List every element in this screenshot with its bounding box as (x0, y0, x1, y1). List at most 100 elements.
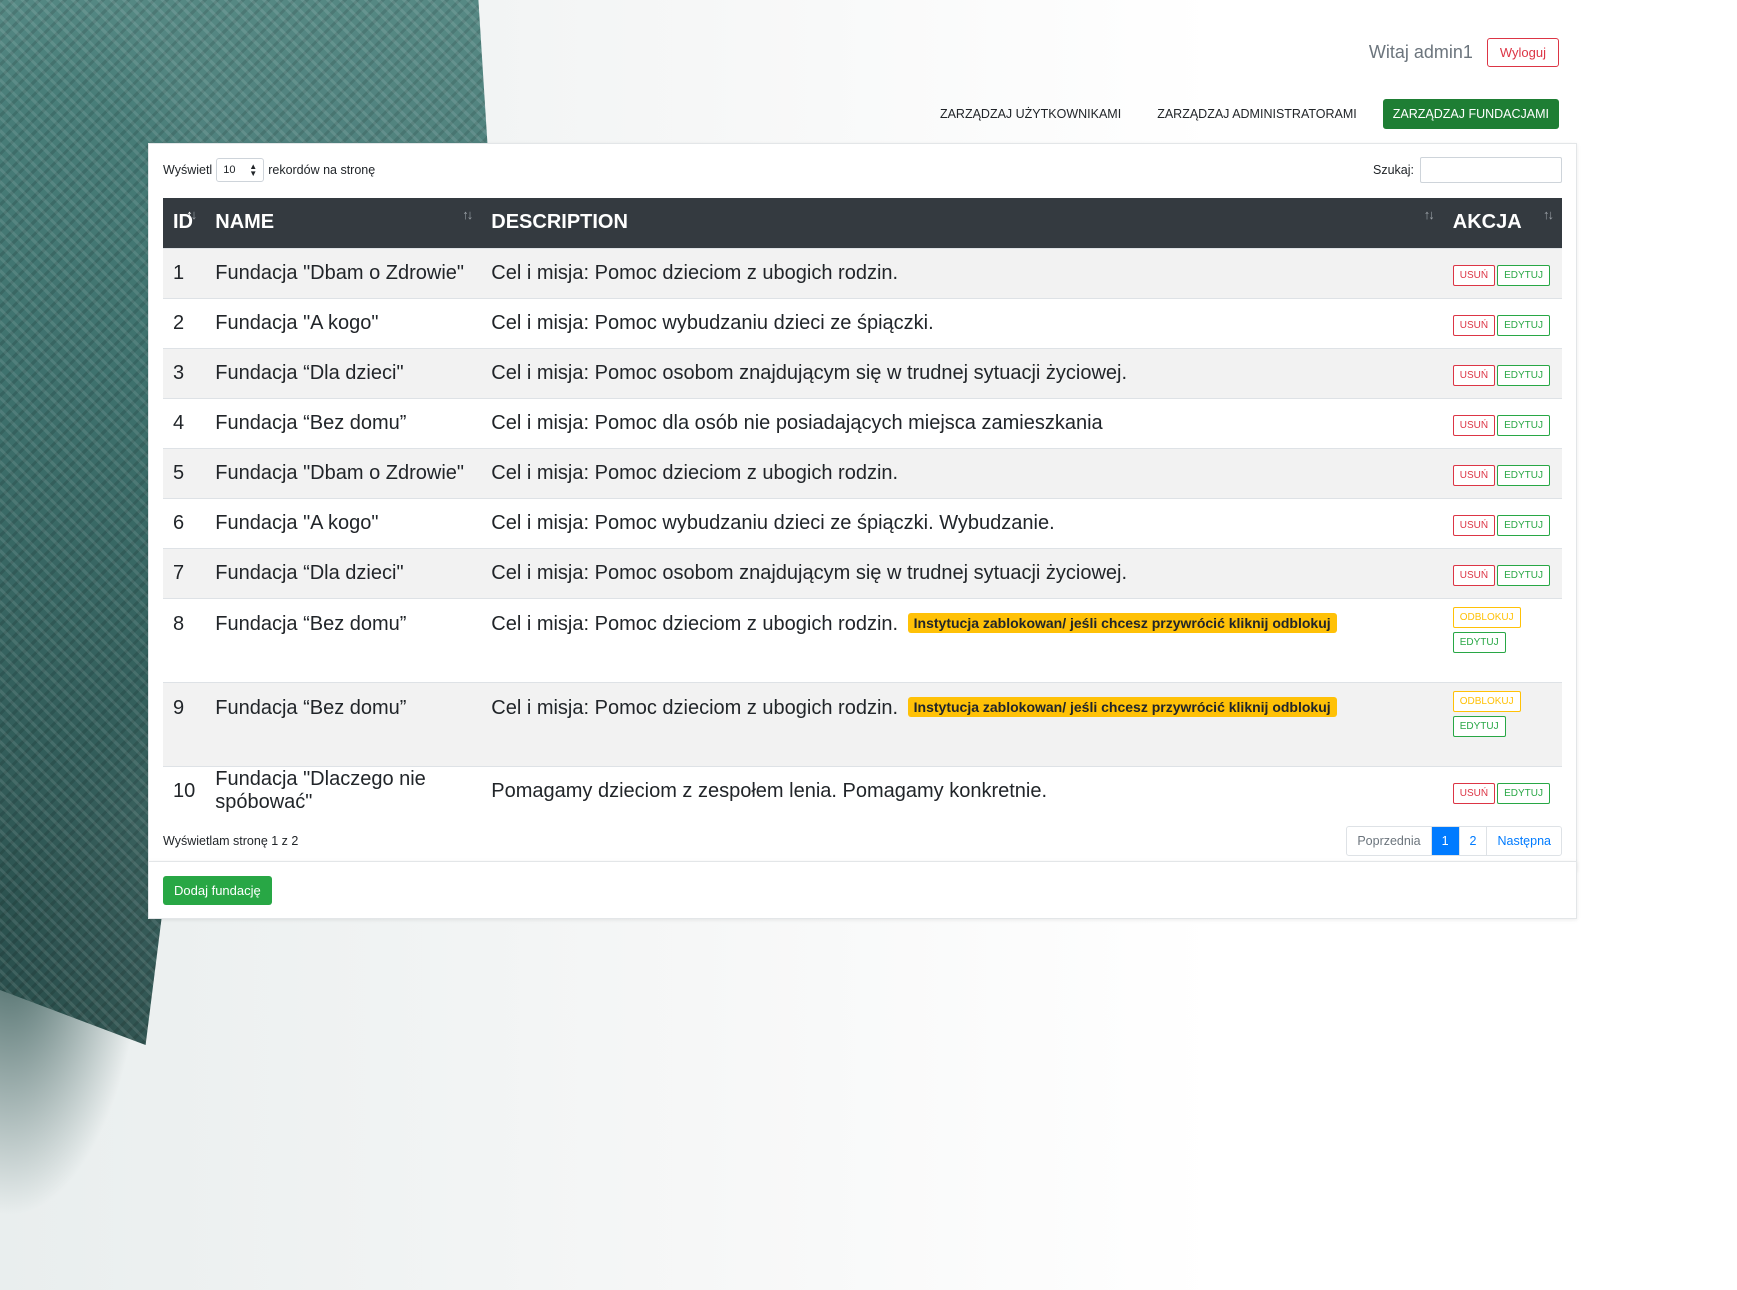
description-text: Cel i misja: Pomoc dzieciom z ubogich ro… (491, 696, 899, 719)
description-text: Cel i misja: Pomoc osobom znajdującym si… (491, 361, 1128, 384)
search-input[interactable] (1420, 157, 1562, 183)
table-row: 5 Fundacja "Dbam o Zdrowie" Cel i misja: P… (163, 447, 1562, 498)
delete-button[interactable]: USUŃ (1452, 464, 1496, 486)
cell-name: Fundacja "Dbam o Zdrowie" (205, 447, 482, 498)
column-header-action[interactable]: AKCJA ↑↓ (1442, 198, 1562, 248)
cell-actions: USUŃ EDYTUJ (1442, 765, 1562, 816)
column-header-name-label: NAME (215, 211, 275, 234)
table-body: 1 Fundacja "Dbam o Zdrowie" Cel i misja: P… (163, 247, 1562, 816)
table-row: 7 Fundacja “Dla dzieci" Cel i misja: Pomoc… (163, 547, 1562, 598)
delete-button[interactable]: USUŃ (1452, 782, 1496, 804)
description-text: Cel i misja: Pomoc dzieciom z ubogich ro… (491, 261, 899, 284)
description-text: Cel i misja: Pomoc wybudzaniu dzieci ze … (491, 311, 934, 334)
cell-actions: ODBLOKUJ EDYTUJ (1442, 681, 1562, 766)
description-text: Cel i misja: Pomoc dzieciom z ubogich ro… (491, 461, 899, 484)
cell-description: Cel i misja: Pomoc osobom znajdującym si… (481, 347, 1443, 398)
logout-button[interactable]: Wyloguj (1486, 38, 1559, 67)
cell-description: Cel i misja: Pomoc dzieciom z ubogich ro… (481, 681, 1443, 766)
delete-button[interactable]: USUŃ (1452, 264, 1496, 286)
column-header-action-label: AKCJA (1452, 211, 1522, 234)
cell-actions: USUŃ EDYTUJ (1442, 447, 1562, 498)
cell-actions: ODBLOKUJ EDYTUJ (1442, 597, 1562, 682)
table-row: 9 Fundacja “Bez domu” Cel i misja: Pomoc d… (163, 681, 1562, 766)
description-text: Cel i misja: Pomoc osobom znajdującym si… (491, 561, 1128, 584)
cell-actions: USUŃ EDYTUJ (1442, 397, 1562, 448)
foundations-card: Wyświetl 10 ▲ ▼ rekordów na stronę Szukaj… (148, 143, 1577, 871)
column-header-name[interactable]: NAME ↑↓ (205, 198, 482, 248)
description-text: Cel i misja: Pomoc dzieciom z ubogich ro… (491, 612, 899, 635)
cell-id: 9 (163, 681, 206, 766)
description-text: Cel i misja: Pomoc wybudzaniu dzieci ze … (491, 511, 1055, 534)
edit-button[interactable]: EDYTUJ (1497, 364, 1550, 386)
sort-icon: ↑↓ (1543, 207, 1554, 222)
add-foundation-card: Dodaj fundację (148, 861, 1577, 919)
pagination-next[interactable]: Następna (1486, 826, 1561, 855)
table-row: 6 Fundacja "A kogo" Cel i misja: Pomoc wyb… (163, 497, 1562, 548)
table-row: 4 Fundacja “Bez domu” Cel i misja: Pomoc d… (163, 397, 1562, 448)
edit-button[interactable]: EDYTUJ (1497, 464, 1550, 486)
nav-manage-admins[interactable]: ZARZĄDZAJ ADMINISTRATORAMI (1147, 99, 1367, 129)
column-header-description[interactable]: DESCRIPTION ↑↓ (481, 198, 1443, 248)
edit-button[interactable]: EDYTUJ (1452, 631, 1506, 653)
cell-id: 2 (163, 297, 206, 348)
cell-id: 3 (163, 347, 206, 398)
pagination: Poprzednia 1 2 Następna (1346, 825, 1562, 856)
delete-button[interactable]: USUŃ (1452, 414, 1496, 436)
cell-name: Fundacja "Dlaczego nie spóbować" (205, 765, 482, 816)
unblock-button[interactable]: ODBLOKUJ (1452, 606, 1521, 628)
page-length-select[interactable]: 10 ▲ ▼ (216, 158, 265, 182)
delete-button[interactable]: USUŃ (1452, 514, 1496, 536)
table-row: 3 Fundacja “Dla dzieci" Cel i misja: Pomoc… (163, 347, 1562, 398)
cell-description: Pomagamy dzieciom z zespołem lenia. Poma… (481, 765, 1443, 816)
select-arrows-icon: ▲ ▼ (249, 162, 258, 178)
pagination-page-2[interactable]: 2 (1458, 826, 1487, 855)
cell-id: 1 (163, 247, 206, 298)
edit-button[interactable]: EDYTUJ (1497, 782, 1550, 804)
nav-manage-users[interactable]: ZARZĄDZAJ UŻYTKOWNIKAMI (930, 99, 1131, 129)
sort-asc-icon: ↑↓ (186, 207, 197, 222)
blocked-badge: Instytucja zablokowan/ jeśli chcesz przy… (907, 696, 1337, 717)
foundations-table: ID ↑↓ NAME ↑↓ DESCRIPTION ↑↓ AKCJA ↑↓ 1F… (163, 198, 1562, 816)
page-length-control: Wyświetl 10 ▲ ▼ rekordów na stronę (163, 158, 375, 182)
edit-button[interactable]: EDYTUJ (1497, 264, 1550, 286)
cell-description: Cel i misja: Pomoc dla osób nie posiadaj… (481, 397, 1443, 448)
cell-name: Fundacja "Dbam o Zdrowie" (205, 247, 482, 298)
edit-button[interactable]: EDYTUJ (1497, 514, 1550, 536)
edit-button[interactable]: EDYTUJ (1497, 564, 1550, 586)
add-foundation-button[interactable]: Dodaj fundację (163, 876, 272, 905)
delete-button[interactable]: USUŃ (1452, 364, 1496, 386)
pagination-prev[interactable]: Poprzednia (1347, 827, 1430, 855)
table-footer: Wyświetlam stronę 1 z 2 Poprzednia 1 2 N… (163, 825, 1562, 856)
edit-button[interactable]: EDYTUJ (1497, 414, 1550, 436)
blocked-badge: Instytucja zablokowan/ jeśli chcesz przy… (907, 612, 1337, 633)
delete-button[interactable]: USUŃ (1452, 314, 1496, 336)
pagination-page-1[interactable]: 1 (1430, 826, 1459, 855)
records-label: rekordów na stronę (268, 163, 376, 177)
sort-icon: ↑↓ (1423, 207, 1435, 222)
table-row: 10 Fundacja "Dlaczego nie spóbować" Pomaga… (163, 765, 1562, 816)
sort-icon: ↑↓ (462, 207, 473, 222)
cell-id: 6 (163, 497, 206, 548)
cell-name: Fundacja “Dla dzieci" (205, 347, 482, 398)
cell-id: 4 (163, 397, 206, 448)
table-row: 2 Fundacja "A kogo" Cel i misja: Pomoc wyb… (163, 297, 1562, 348)
nav-manage-foundations[interactable]: ZARZĄDZAJ FUNDACJAMI (1382, 99, 1559, 129)
search-control: Szukaj: (1373, 157, 1562, 183)
cell-name: Fundacja “Bez domu” (205, 681, 482, 766)
cell-description: Cel i misja: Pomoc dzieciom z ubogich ro… (481, 247, 1443, 298)
unblock-button[interactable]: ODBLOKUJ (1452, 690, 1521, 712)
delete-button[interactable]: USUŃ (1452, 564, 1496, 586)
page-info: Wyświetlam stronę 1 z 2 (163, 833, 299, 848)
edit-button[interactable]: EDYTUJ (1497, 314, 1550, 336)
greeting-text: Witaj admin1 (1368, 42, 1473, 62)
cell-actions: USUŃ EDYTUJ (1442, 247, 1562, 298)
cell-name: Fundacja “Bez domu” (205, 597, 482, 682)
column-header-id[interactable]: ID ↑↓ (163, 198, 206, 248)
main-nav: ZARZĄDZAJ UŻYTKOWNIKAMI ZARZĄDZAJ ADMINI… (930, 99, 1559, 129)
description-text: Cel i misja: Pomoc dla osób nie posiadaj… (491, 411, 1103, 434)
description-text: Pomagamy dzieciom z zespołem lenia. Poma… (491, 779, 1048, 802)
cell-id: 5 (163, 447, 206, 498)
page-length-value: 10 (223, 164, 236, 176)
edit-button[interactable]: EDYTUJ (1452, 715, 1506, 737)
cell-description: Cel i misja: Pomoc dzieciom z ubogich ro… (481, 597, 1443, 682)
